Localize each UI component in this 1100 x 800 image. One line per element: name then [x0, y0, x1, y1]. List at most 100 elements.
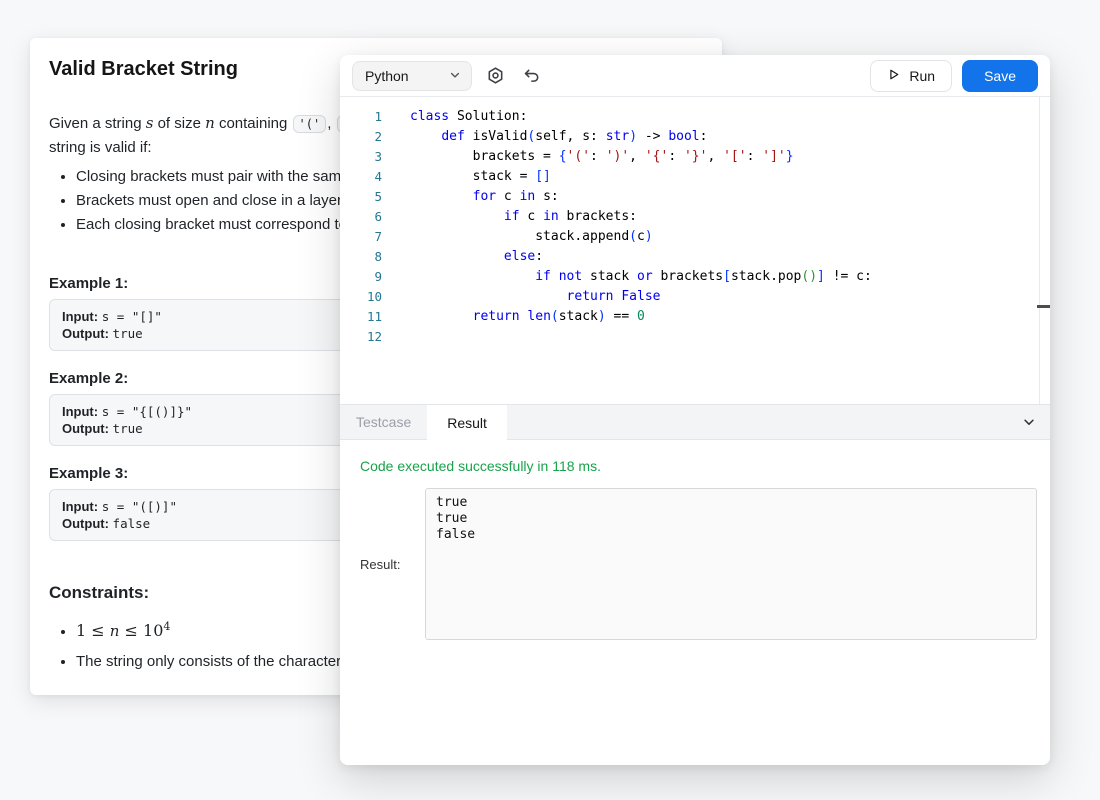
bottom-panel-tabs: Testcase Result	[340, 404, 1050, 440]
result-label: Result:	[360, 557, 425, 572]
code-line: 1 class Solution:	[340, 107, 1050, 127]
text-run: brackets =	[410, 149, 559, 164]
settings-icon[interactable]	[482, 63, 508, 89]
code-line: 8 else:	[340, 247, 1050, 267]
scrollbar-marker	[1037, 305, 1050, 308]
code-text	[382, 327, 410, 347]
text-run: class	[410, 109, 449, 124]
execution-status: Code executed successfully in 118 ms.	[360, 458, 1037, 474]
text-run: for	[473, 189, 496, 204]
text-run	[410, 209, 504, 224]
text-run: containing	[215, 115, 292, 132]
text-run: or	[637, 269, 653, 284]
run-button[interactable]: Run	[870, 60, 952, 92]
code-lines: 1class Solution:2 def isValid(self, s: s…	[340, 97, 1050, 347]
text-run: }	[786, 149, 794, 164]
text-run: s:	[535, 189, 558, 204]
code-line: 3 brackets = {'(': ')', '{': '}', '[': '…	[340, 147, 1050, 167]
text-run: [	[723, 269, 731, 284]
code-text: return False	[382, 287, 660, 307]
text-run: '['	[723, 149, 746, 164]
text-run: n	[110, 622, 120, 640]
example-io-label: Output:	[62, 326, 113, 341]
text-run	[551, 269, 559, 284]
line-number: 1	[340, 107, 382, 127]
collapse-panel-icon[interactable]	[1022, 405, 1036, 439]
example-io-label: Input:	[62, 309, 102, 324]
language-select-value: Python	[365, 68, 409, 84]
text-run: '('	[567, 149, 590, 164]
text-run: brackets:	[559, 209, 637, 224]
text-run: ()	[801, 269, 817, 284]
code-text: if c in brackets:	[382, 207, 637, 227]
code-editor-window: Python Run Save 1class Solution:2 def is…	[340, 55, 1050, 765]
text-run: ->	[637, 129, 668, 144]
code-line: 9 if not stack or brackets[stack.pop()] …	[340, 267, 1050, 287]
line-number: 5	[340, 187, 382, 207]
line-number: 3	[340, 147, 382, 167]
tab-result[interactable]: Result	[427, 405, 507, 440]
example-io-value: true	[113, 326, 143, 341]
example-io-label: Input:	[62, 404, 102, 419]
code-line: 12	[340, 327, 1050, 347]
text-run: :	[747, 149, 763, 164]
text-run: else	[504, 249, 535, 264]
tab-testcase[interactable]: Testcase	[340, 405, 427, 439]
language-select[interactable]: Python	[352, 61, 472, 91]
run-button-label: Run	[909, 68, 935, 84]
save-button[interactable]: Save	[962, 60, 1038, 92]
text-run: if	[535, 269, 551, 284]
code-editor[interactable]: 1class Solution:2 def isValid(self, s: s…	[340, 97, 1050, 404]
line-number: 9	[340, 267, 382, 287]
text-run: []	[535, 169, 551, 184]
text-run: (	[629, 229, 637, 244]
inline-code-chip: '('	[293, 115, 327, 133]
text-run: False	[621, 289, 660, 304]
code-line: 4 stack = []	[340, 167, 1050, 187]
text-run	[410, 189, 473, 204]
text-run: n	[205, 114, 215, 132]
code-text: stack.append(c)	[382, 227, 653, 247]
example-io-value: false	[113, 516, 151, 531]
line-number: 10	[340, 287, 382, 307]
text-run: ]	[817, 269, 825, 284]
text-run: c	[496, 189, 519, 204]
text-run: :	[590, 149, 606, 164]
example-io-label: Output:	[62, 421, 113, 436]
chevron-down-icon	[449, 68, 461, 84]
text-run: return	[473, 309, 520, 324]
text-run	[410, 249, 504, 264]
example-io-value: true	[113, 421, 143, 436]
code-text: stack = []	[382, 167, 551, 187]
text-run: 1 ≤	[76, 621, 110, 640]
text-run: str	[606, 129, 629, 144]
text-run: )	[629, 129, 637, 144]
text-run: of size	[153, 115, 205, 132]
text-run: stack.pop	[731, 269, 801, 284]
code-text: brackets = {'(': ')', '{': '}', '[': ']'…	[382, 147, 794, 167]
editor-toolbar: Python Run Save	[340, 55, 1050, 97]
text-run: != c:	[825, 269, 872, 284]
code-line: 10 return False	[340, 287, 1050, 307]
line-number: 6	[340, 207, 382, 227]
code-text: else:	[382, 247, 543, 267]
text-run: stack.append	[410, 229, 629, 244]
text-run: c	[637, 229, 645, 244]
result-row: Result: true true false	[360, 488, 1037, 640]
text-run: brackets	[653, 269, 723, 284]
text-run: 4	[163, 620, 170, 633]
text-run: stack	[582, 269, 637, 284]
result-output[interactable]: true true false	[425, 488, 1037, 640]
text-run: 0	[637, 309, 645, 324]
text-run: :	[668, 149, 684, 164]
text-run: Solution:	[449, 109, 527, 124]
text-run: '}'	[684, 149, 707, 164]
code-line: 7 stack.append(c)	[340, 227, 1050, 247]
code-line: 6 if c in brackets:	[340, 207, 1050, 227]
text-run: in	[543, 209, 559, 224]
reset-code-icon[interactable]	[518, 63, 544, 89]
text-run: c	[520, 209, 543, 224]
code-text: return len(stack) == 0	[382, 307, 645, 327]
text-run: ≤ 10	[119, 621, 163, 640]
code-line: 5 for c in s:	[340, 187, 1050, 207]
